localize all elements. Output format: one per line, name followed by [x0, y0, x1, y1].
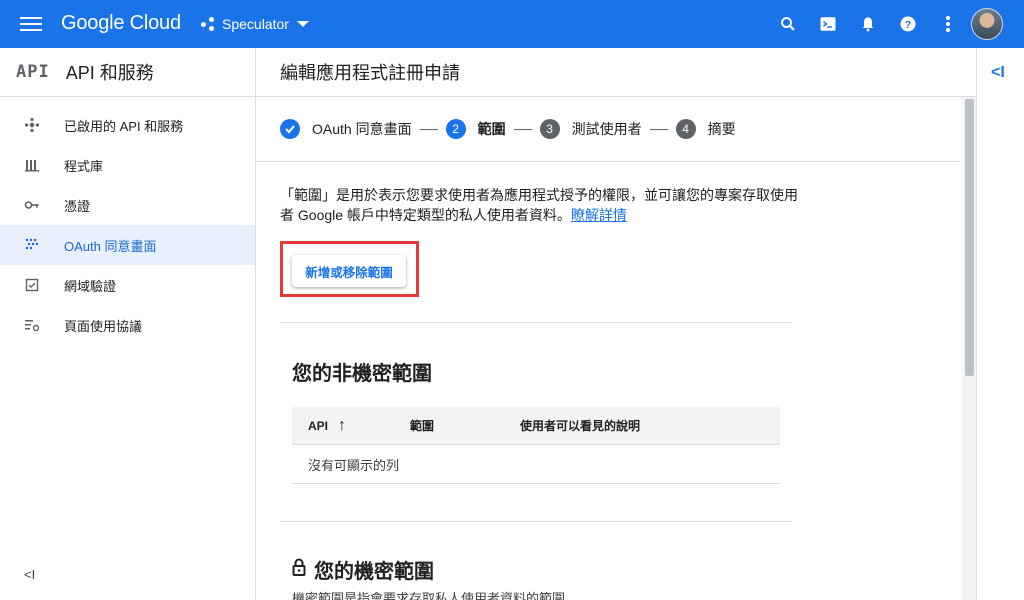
search-icon[interactable]: [776, 12, 800, 36]
sidebar-item-page-usage[interactable]: 頁面使用協議: [0, 305, 255, 345]
side-nav: API API 和服務 已啟用的 API 和服務 程式庫 憑證 OAuth 同意…: [0, 48, 256, 600]
more-vert-icon[interactable]: [936, 12, 960, 36]
project-name: Speculator: [222, 16, 289, 32]
step-label: 測試使用者: [571, 121, 642, 137]
dots-grid-icon: [0, 237, 64, 253]
add-remove-scopes-button[interactable]: 新增或移除範圍: [292, 255, 406, 287]
step-separator: [513, 128, 532, 130]
step-label: 範圍: [477, 121, 506, 137]
page-title: 編輯應用程式註冊申請: [256, 48, 976, 97]
step-oauth-consent[interactable]: OAuth 同意畫面: [280, 119, 412, 139]
step-scopes[interactable]: 2 範圍: [445, 119, 506, 139]
step-separator: [649, 128, 668, 130]
sidebar-item-credentials[interactable]: 憑證: [0, 185, 255, 225]
svg-text:?: ?: [905, 19, 911, 31]
key-icon: [0, 197, 64, 213]
divider: [256, 161, 960, 162]
stepper: OAuth 同意畫面 2 範圍 3 測試使用者 4 摘要: [280, 114, 736, 144]
sensitive-scopes-title-text: 您的機密範圍: [314, 561, 434, 583]
scopes-description-text: 「範圍」是用於表示您要求使用者為應用程式授予的權限，並可讓您的專案存取使用者 G…: [280, 187, 798, 223]
app-logo[interactable]: Google Cloud: [61, 12, 181, 35]
step-separator: [419, 128, 438, 130]
top-app-bar: Google Cloud Speculator ?: [0, 0, 1024, 48]
checkbox-icon: [0, 277, 64, 293]
check-circle-icon: [280, 119, 300, 139]
sidebar-item-label: 程式庫: [64, 158, 104, 174]
project-picker[interactable]: Speculator: [200, 12, 309, 36]
sensitive-scopes-description: 機密範圍是指會要求存取私人使用者資料的範圍。: [292, 591, 579, 600]
library-icon: [0, 157, 64, 173]
sidebar-item-oauth-consent[interactable]: OAuth 同意畫面: [0, 225, 255, 265]
menu-icon[interactable]: [20, 14, 42, 34]
step-test-users[interactable]: 3 測試使用者: [539, 119, 642, 139]
divider: [280, 521, 792, 522]
scopes-description: 「範圍」是用於表示您要求使用者為應用程式授予的權限，並可讓您的專案存取使用者 G…: [280, 185, 800, 225]
sort-arrow-up-icon: ↑: [338, 416, 347, 434]
sidebar-item-enabled-apis[interactable]: 已啟用的 API 和服務: [0, 105, 255, 145]
apis-diamond-icon: [0, 117, 64, 133]
sidebar-item-label: 憑證: [64, 198, 91, 214]
sensitive-scopes-title: 您的機密範圍: [292, 555, 434, 584]
main-content: 編輯應用程式註冊申請 OAuth 同意畫面 2 範圍 3 測試使用者 4 摘要 …: [256, 48, 976, 600]
project-dots-icon: [200, 16, 216, 32]
side-nav-title: API 和服務: [65, 63, 154, 83]
api-logo-icon: API: [16, 62, 50, 82]
learn-more-link[interactable]: 瞭解詳情: [571, 207, 627, 223]
sidebar-item-domain-verification[interactable]: 網域驗證: [0, 265, 255, 305]
step-label: 摘要: [707, 121, 736, 137]
sidebar-item-library[interactable]: 程式庫: [0, 145, 255, 185]
column-header-label: API: [308, 418, 329, 433]
step-number: 2: [445, 119, 466, 139]
sidebar-item-label: 網域驗證: [64, 278, 117, 294]
settings-list-icon: [0, 317, 64, 333]
lock-icon: [292, 558, 306, 582]
sidebar-item-label: 已啟用的 API 和服務: [64, 118, 184, 134]
step-summary[interactable]: 4 摘要: [675, 119, 736, 139]
step-label: OAuth 同意畫面: [312, 121, 412, 137]
divider: [280, 322, 792, 323]
step-number: 4: [675, 119, 696, 139]
table-header: API ↑ 範圍 使用者可以看見的說明: [292, 407, 780, 445]
column-header-scope: 範圍: [410, 419, 435, 433]
non-sensitive-scopes-table: API ↑ 範圍 使用者可以看見的說明 沒有可顯示的列: [292, 407, 780, 484]
chevron-down-icon: [296, 21, 309, 27]
help-icon[interactable]: ?: [896, 12, 920, 36]
expand-panel-icon[interactable]: <I: [991, 64, 1005, 82]
scrollbar-thumb[interactable]: [965, 99, 974, 376]
sidebar-item-label: OAuth 同意畫面: [64, 238, 157, 254]
column-header-description: 使用者可以看見的說明: [520, 419, 641, 433]
collapse-nav-icon[interactable]: <I: [24, 567, 35, 582]
terminal-icon[interactable]: [816, 12, 840, 36]
right-panel-rail: <I: [976, 48, 1024, 600]
side-nav-header: API API 和服務: [0, 48, 255, 97]
avatar[interactable]: [971, 8, 1003, 40]
column-header-api[interactable]: API ↑: [292, 417, 394, 435]
table-empty-row: 沒有可顯示的列: [292, 445, 780, 484]
step-number: 3: [539, 119, 560, 139]
sidebar-item-label: 頁面使用協議: [64, 318, 143, 334]
non-sensitive-scopes-title: 您的非機密範圍: [292, 363, 432, 385]
bell-icon[interactable]: [856, 12, 880, 36]
